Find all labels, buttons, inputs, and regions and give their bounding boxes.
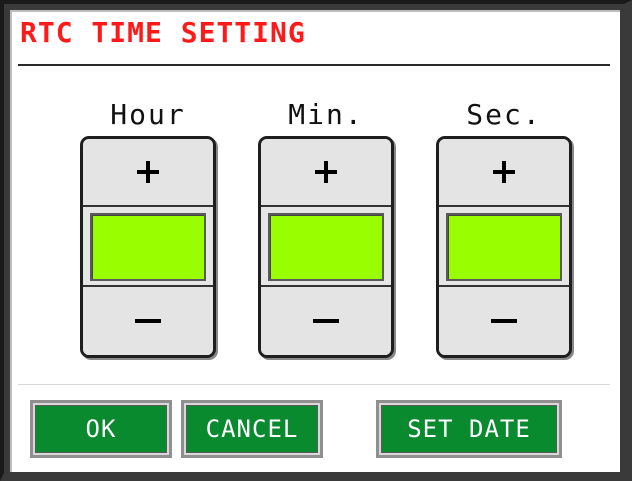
hour-label: Hour [110, 98, 186, 131]
minus-icon [135, 319, 161, 323]
cancel-button[interactable]: CANCEL [181, 400, 323, 458]
second-value [446, 213, 562, 281]
second-label: Sec. [466, 98, 542, 131]
plus-icon [315, 161, 337, 183]
second-decrement-button[interactable] [439, 285, 569, 355]
footer-divider [18, 384, 610, 385]
title-divider [18, 64, 610, 66]
second-spinner [436, 136, 572, 358]
minute-label: Min. [288, 98, 364, 131]
minus-icon [313, 319, 339, 323]
second-increment-button[interactable] [439, 139, 569, 207]
page-title: RTC TIME SETTING [20, 16, 306, 49]
minute-increment-button[interactable] [261, 139, 391, 207]
ok-button[interactable]: OK [30, 400, 172, 458]
set-date-button[interactable]: SET DATE [376, 400, 562, 458]
plus-icon [493, 161, 515, 183]
minus-icon [491, 319, 517, 323]
minute-decrement-button[interactable] [261, 285, 391, 355]
hour-spinner [80, 136, 216, 358]
hour-value [90, 213, 206, 281]
plus-icon [137, 161, 159, 183]
hour-increment-button[interactable] [83, 139, 213, 207]
minute-value [268, 213, 384, 281]
hour-decrement-button[interactable] [83, 285, 213, 355]
minute-spinner [258, 136, 394, 358]
